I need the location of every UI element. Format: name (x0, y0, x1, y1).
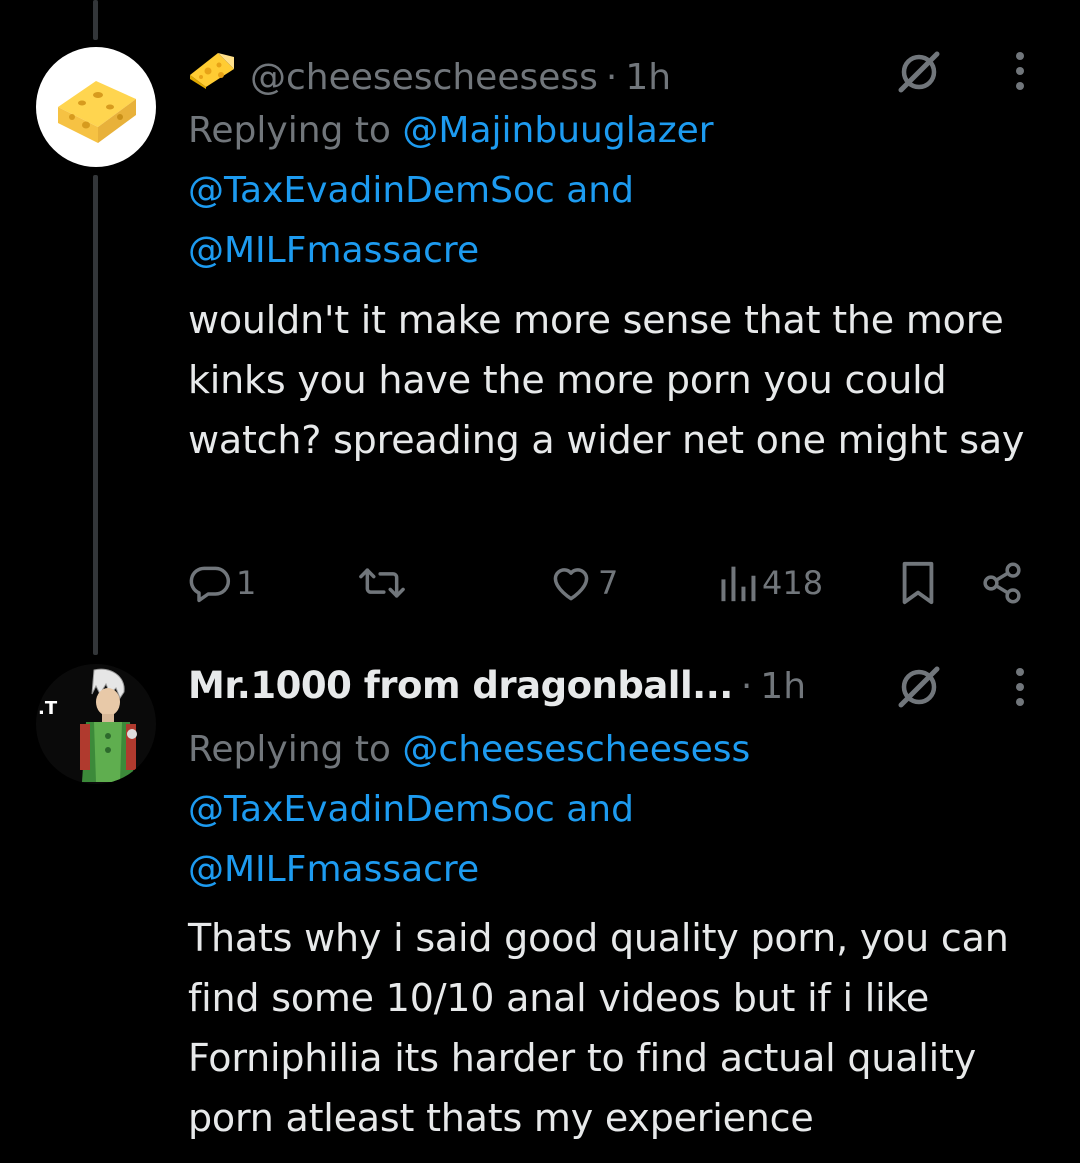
separator-dot: · (740, 666, 753, 707)
svg-text:.T: .T (38, 698, 58, 719)
mention-link[interactable]: @TaxEvadinDemSoc (188, 170, 555, 211)
grok-icon[interactable] (893, 661, 945, 713)
mention-link[interactable]: @MILFmassacre (188, 230, 479, 271)
like-button[interactable]: 7 (548, 555, 618, 611)
views-button[interactable]: 418 (718, 555, 823, 611)
avatar[interactable]: .T (36, 664, 156, 784)
more-options-icon[interactable] (1012, 50, 1028, 94)
reply-button[interactable]: 1 (188, 555, 256, 611)
views-icon (721, 566, 756, 602)
replying-to-label: Replying to (188, 110, 391, 151)
timestamp[interactable]: 1h (625, 56, 671, 100)
reply-icon (189, 566, 231, 603)
retweet-button[interactable] (358, 555, 406, 611)
tweet-text: Thats why i said good quality porn, you … (188, 916, 1009, 1140)
tweet-header: @cheesescheesess · 1h (188, 49, 671, 100)
grok-icon[interactable] (893, 46, 945, 98)
tweet-header: Mr.1000 from dragonball... · 1h (188, 664, 806, 709)
retweet-icon (359, 568, 405, 598)
timestamp[interactable]: 1h (760, 665, 806, 709)
replying-to: Replying to @cheesescheesess @TaxEvadinD… (188, 720, 1048, 900)
and-label: and (566, 170, 634, 211)
thread-line-connector (93, 175, 98, 655)
separator-dot: · (605, 57, 618, 98)
anime-character-avatar-icon: .T (36, 664, 156, 784)
bookmark-button[interactable] (898, 555, 938, 611)
reply-count: 1 (236, 564, 257, 602)
user-handle[interactable]: @cheesescheesess (250, 56, 598, 100)
mention-link[interactable]: @Majinbuuglazer (402, 110, 713, 151)
cheese-emoji-icon (188, 49, 236, 89)
like-count: 7 (598, 564, 619, 602)
avatar[interactable] (36, 47, 156, 167)
mention-link[interactable]: @MILFmassacre (188, 849, 479, 890)
more-options-icon[interactable] (1012, 666, 1028, 710)
tweet-text: wouldn't it make more sense that the mor… (188, 298, 1025, 462)
display-name[interactable]: Mr.1000 from dragonball... (188, 664, 733, 708)
bookmark-icon (902, 561, 934, 605)
cheese-avatar-icon (36, 47, 156, 167)
share-icon (983, 562, 1021, 604)
view-count: 418 (762, 564, 824, 602)
replying-to-label: Replying to (188, 729, 391, 770)
mention-link[interactable]: @TaxEvadinDemSoc (188, 789, 555, 830)
action-bar: 1 7 418 (188, 555, 1028, 611)
share-button[interactable] (980, 555, 1024, 611)
thread-line-top (93, 0, 98, 40)
replying-to: Replying to @Majinbuuglazer @TaxEvadinDe… (188, 101, 1048, 281)
mention-link[interactable]: @cheesescheesess (402, 729, 750, 770)
heart-icon (553, 568, 589, 601)
and-label: and (566, 789, 634, 830)
